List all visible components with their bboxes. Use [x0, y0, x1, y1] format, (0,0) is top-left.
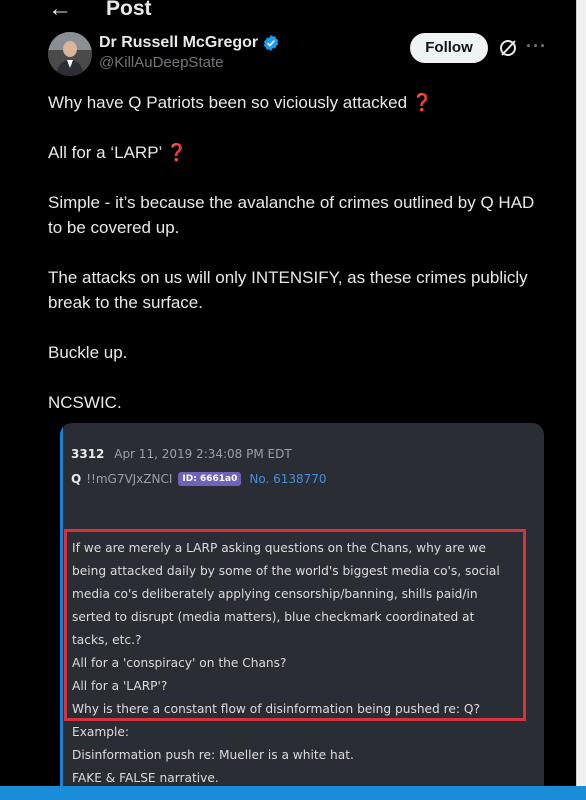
embed-post-number: 3312	[71, 447, 105, 461]
post-text-line: Why have Q Patriots been so viciously at…	[48, 93, 408, 112]
post-screen: ← Post Dr Russell McGregor @KillAuDeepSt…	[0, 0, 576, 790]
embed-meta-line: 3312 Apr 11, 2019 2:34:08 PM EDT	[71, 447, 292, 461]
embed-tripcode: !!mG7VJxZNCI	[86, 472, 173, 486]
quote-line: media co's deliberately applying censors…	[72, 587, 478, 601]
quote-line: Example:	[72, 725, 129, 739]
author-handle[interactable]: @KillAuDeepState	[99, 53, 223, 73]
embed-quote-text: If we are merely a LARP asking questions…	[72, 537, 527, 790]
back-arrow-icon[interactable]: ←	[48, 0, 72, 21]
quote-line: All for a 'LARP'?	[72, 679, 168, 693]
post-paragraph: NCSWIC.	[48, 393, 122, 412]
post-paragraph: Buckle up.	[48, 343, 128, 362]
embed-timestamp: Apr 11, 2019 2:34:08 PM EDT	[114, 447, 292, 461]
embedded-image[interactable]: 3312 Apr 11, 2019 2:34:08 PM EDT Q !!mG7…	[60, 423, 544, 790]
grok-icon[interactable]	[498, 38, 518, 58]
follow-button[interactable]: Follow	[410, 33, 488, 63]
post-body: Why have Q Patriots been so viciously at…	[48, 90, 548, 440]
post-paragraph: Why have Q Patriots been so viciously at…	[48, 90, 548, 115]
more-options-icon[interactable]: ···	[526, 36, 547, 57]
embed-post-no: No. 6138770	[249, 472, 327, 486]
quote-line: serted to disrupt (media matters), blue …	[72, 610, 475, 624]
author-name[interactable]: Dr Russell McGregor	[99, 33, 258, 53]
quote-line: If we are merely a LARP asking questions…	[72, 541, 486, 555]
quote-line: Disinformation push re: Mueller is a whi…	[72, 748, 354, 762]
embed-accent-strip	[60, 423, 63, 790]
red-question-mark-icon: ❓	[166, 143, 188, 162]
verified-badge-icon	[264, 35, 279, 51]
author-name-row: Dr Russell McGregor	[99, 33, 280, 53]
quote-line: being attacked daily by some of the worl…	[72, 564, 500, 578]
quote-line: tacks, etc.?	[72, 633, 142, 647]
post-paragraph: The attacks on us will only INTENSIFY, a…	[48, 268, 528, 312]
bottom-accent-bar	[0, 786, 586, 800]
post-paragraph: All for a ‘LARP’ ❓	[48, 140, 548, 165]
embed-author: Q	[71, 472, 82, 486]
window-edge	[576, 0, 586, 800]
page-title: Post	[106, 0, 152, 20]
quote-line: Why is there a constant flow of disinfor…	[72, 702, 480, 716]
embed-author-line: Q !!mG7VJxZNCI ID: 6661a0 No. 6138770	[71, 472, 327, 486]
embed-id-badge: ID: 6661a0	[178, 472, 242, 486]
top-bar: ← Post	[0, 0, 576, 22]
quote-line: All for a 'conspiracy' on the Chans?	[72, 656, 287, 670]
red-question-mark-icon: ❓	[411, 93, 433, 112]
post-text-line: All for a ‘LARP’	[48, 143, 162, 162]
post-paragraph: Simple - it’s because the avalanche of c…	[48, 193, 535, 237]
avatar[interactable]	[48, 32, 92, 76]
